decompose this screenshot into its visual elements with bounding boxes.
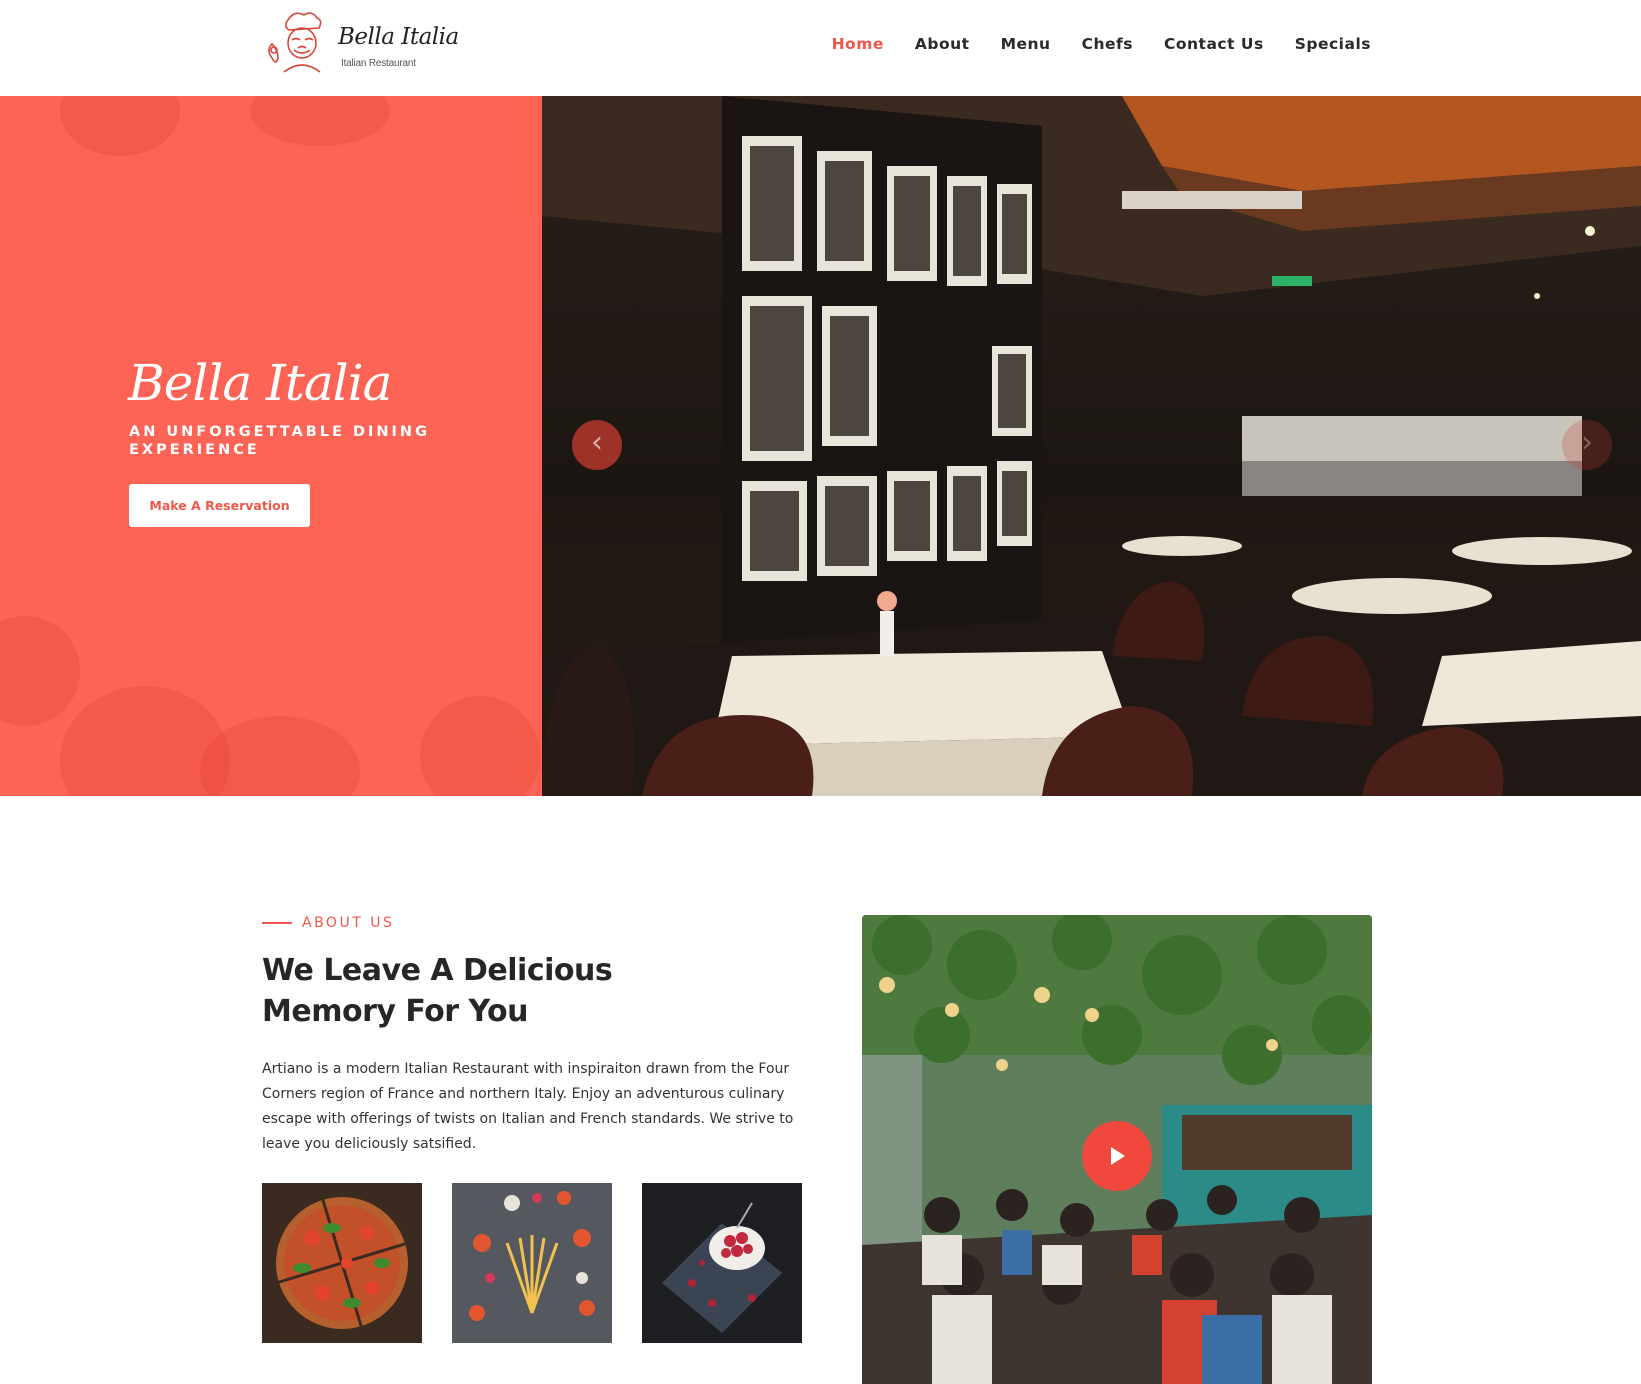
pizza-thumbnail — [262, 1183, 422, 1343]
pizza-photo — [262, 1183, 422, 1343]
slider-next-button[interactable]: › — [1562, 420, 1612, 470]
decorative-tomato-shape — [0, 616, 80, 726]
slider-prev-button[interactable]: ‹ — [572, 420, 622, 470]
nav-contact-us[interactable]: Contact Us — [1164, 35, 1264, 53]
main-nav: Home About Menu Chefs Contact Us Special… — [832, 35, 1371, 53]
dessert-thumbnail — [642, 1183, 802, 1343]
decorative-leaf-shape — [200, 716, 360, 796]
hero-title: Bella Italia — [128, 354, 392, 412]
decorative-tomato-shape — [420, 696, 540, 796]
restaurant-interior-image — [542, 96, 1641, 796]
decorative-leaf-shape — [60, 96, 180, 156]
about-description: Artiano is a modern Italian Restaurant w… — [262, 1061, 794, 1152]
decorative-leaf-shape — [250, 96, 390, 146]
nav-menu[interactable]: Menu — [1001, 35, 1051, 53]
logo-tagline: Italian Restaurant — [341, 58, 416, 69]
nav-chefs[interactable]: Chefs — [1082, 35, 1133, 53]
logo-wordmark: Bella Italia — [338, 24, 459, 50]
about-eyebrow-label: ABOUT US — [302, 915, 395, 931]
about-heading: We Leave A Delicious Memory For You — [262, 953, 613, 1029]
nav-home[interactable]: Home — [832, 35, 884, 53]
pasta-thumbnail — [452, 1183, 612, 1343]
site-header: Bella Italia Italian Restaurant Home Abo… — [0, 0, 1641, 96]
hero-restaurant-photo: ‹ › — [542, 96, 1641, 796]
chef-logo-icon — [268, 12, 322, 73]
play-video-button[interactable] — [1082, 1121, 1152, 1191]
about-eyebrow: ABOUT US — [262, 915, 394, 931]
nav-specials[interactable]: Specials — [1295, 35, 1371, 53]
hero-section: Bella Italia AN UNFORGETTABLE DINING EXP… — [0, 96, 1641, 796]
raspberry-dessert-photo — [642, 1183, 802, 1343]
pasta-ingredients-photo — [452, 1183, 612, 1343]
make-reservation-button[interactable]: Make A Reservation — [129, 484, 310, 527]
nav-about[interactable]: About — [915, 35, 970, 53]
hero-text-panel: Bella Italia AN UNFORGETTABLE DINING EXP… — [0, 96, 542, 796]
eyebrow-divider — [262, 922, 292, 924]
about-video[interactable] — [862, 915, 1372, 1384]
hero-subtitle: AN UNFORGETTABLE DINING EXPERIENCE — [129, 424, 430, 458]
brand-logo[interactable]: Bella Italia Italian Restaurant — [262, 10, 459, 84]
